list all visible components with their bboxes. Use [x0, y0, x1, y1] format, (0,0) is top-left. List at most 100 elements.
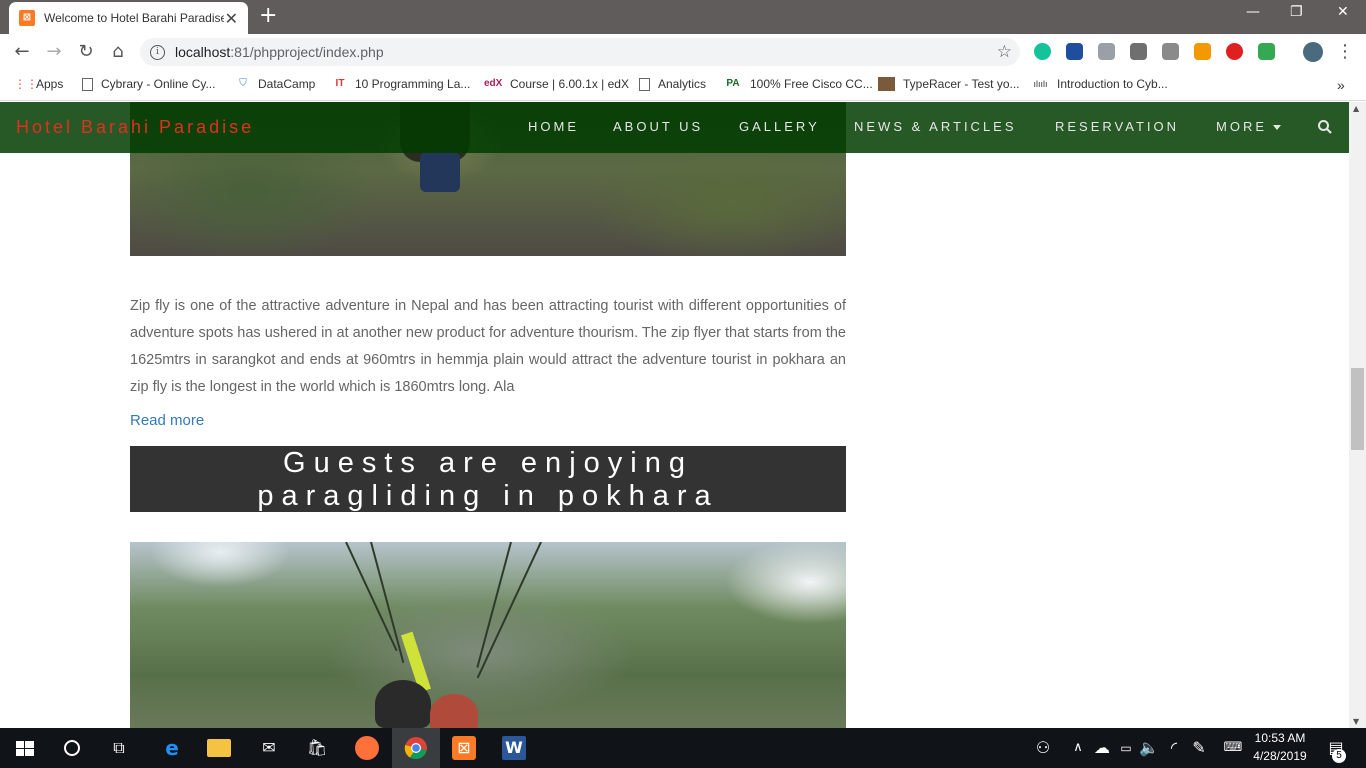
search-icon[interactable]: [1317, 119, 1333, 135]
scroll-down-arrow-icon[interactable]: ▼: [1353, 717, 1359, 726]
glider-line: [476, 542, 542, 679]
close-tab-icon[interactable]: ✕: [225, 9, 238, 28]
window-close-icon[interactable]: ✕: [1337, 4, 1349, 20]
nav-news-articles[interactable]: NEWS & ARTICLES: [854, 119, 1017, 134]
bookmark-label: Introduction to Cyb...: [1057, 77, 1168, 91]
caption-line-2: paragliding in pokhara: [257, 480, 719, 512]
camera-extension-icon[interactable]: [1162, 43, 1179, 60]
bookmark-label: 100% Free Cisco CC...: [750, 77, 873, 91]
site-info-icon[interactable]: i: [150, 44, 165, 60]
key-extension-icon[interactable]: [1194, 43, 1211, 60]
minimize-icon[interactable]: —: [1246, 4, 1260, 20]
bookmark-edx[interactable]: edX Course | 6.00.1x | edX: [484, 77, 629, 91]
mail-icon[interactable]: ✉: [257, 736, 281, 760]
nav-gallery[interactable]: GALLERY: [739, 119, 820, 134]
nav-more-dropdown[interactable]: MORE: [1216, 119, 1281, 134]
restore-icon[interactable]: ❐: [1290, 4, 1303, 20]
scrollbar-thumb[interactable]: [1351, 368, 1364, 450]
bookmark-cybrary[interactable]: Cybrary - Online Cy...: [82, 77, 215, 91]
windows-start-icon[interactable]: [13, 736, 37, 760]
article-excerpt: Zip fly is one of the attractive adventu…: [130, 298, 846, 395]
file-explorer-icon[interactable]: [207, 739, 231, 757]
browser-tab[interactable]: ⊠ Welcome to Hotel Barahi Paradise ✕: [9, 2, 248, 34]
home-icon[interactable]: ⌂: [106, 40, 130, 64]
xampp-favicon-icon: ⊠: [19, 10, 35, 26]
profile-avatar[interactable]: [1303, 42, 1323, 62]
bookmark-intro-cyber[interactable]: ılıılı Introduction to Cyb...: [1032, 77, 1168, 91]
battery-icon[interactable]: ▭: [1114, 736, 1138, 760]
bookmark-label: Course | 6.00.1x | edX: [510, 77, 629, 91]
puzzle-extension-icon[interactable]: [1098, 43, 1115, 60]
onedrive-cloud-icon[interactable]: ☁: [1090, 736, 1114, 760]
grammarly-extension-icon[interactable]: [1034, 43, 1051, 60]
people-icon[interactable]: ⚇: [1031, 736, 1055, 760]
page-icon: [639, 77, 650, 91]
page-icon: [82, 77, 93, 91]
nav-reservation[interactable]: RESERVATION: [1055, 119, 1179, 134]
gallery-caption: Guests are enjoying paragliding in pokha…: [130, 446, 846, 512]
bookmark-programming[interactable]: IT 10 Programming La...: [333, 77, 471, 91]
paragliding-photo: [130, 542, 846, 728]
wifi-icon[interactable]: ◜: [1162, 736, 1186, 760]
glider-line: [345, 542, 398, 652]
nav-more-label: MORE: [1216, 119, 1267, 134]
read-more-link[interactable]: Read more: [130, 412, 204, 429]
typeracer-icon: [878, 77, 895, 91]
tab-title: Welcome to Hotel Barahi Paradise: [44, 11, 224, 25]
clock-time[interactable]: 10:53 AM: [1250, 731, 1310, 745]
show-hidden-icons-chevron-icon[interactable]: ∧: [1066, 736, 1090, 760]
url-path: :81/phpproject/index.php: [230, 44, 384, 60]
reload-icon[interactable]: ↻: [74, 40, 98, 64]
site-brand[interactable]: Hotel Barahi Paradise: [16, 117, 254, 138]
nav-about-us[interactable]: ABOUT US: [613, 119, 703, 134]
bookmark-apps[interactable]: ⋮⋮ Apps: [14, 77, 63, 91]
caption-line-1: Guests are enjoying: [283, 447, 693, 479]
bookmark-analytics[interactable]: Analytics: [639, 77, 706, 91]
nav-home[interactable]: HOME: [528, 119, 579, 134]
chrome-icon[interactable]: [404, 736, 428, 760]
windows-taskbar: ⧉ e ✉ 🛍 ⊠ W ⚇ ∧ ☁ ▭ 🔈 ◜ ✎ ⌨ 10:53 AM 4/2…: [0, 728, 1366, 768]
back-arrow-icon[interactable]: ←: [10, 40, 34, 64]
store-icon[interactable]: 🛍: [305, 736, 329, 760]
passenger-helmet: [430, 694, 478, 728]
chrome-menu-icon[interactable]: ⋮: [1333, 40, 1357, 64]
cisco-icon: ılıılı: [1033, 79, 1048, 89]
scroll-up-arrow-icon[interactable]: ▲: [1353, 104, 1359, 113]
pen-workspace-icon[interactable]: ✎: [1187, 736, 1211, 760]
page-scrollbar[interactable]: ▲ ▼: [1349, 102, 1366, 728]
edx-icon: edX: [484, 78, 503, 89]
it-icon: IT: [335, 78, 345, 89]
bookmark-label: 10 Programming La...: [355, 77, 471, 91]
book-extension-icon[interactable]: [1066, 43, 1083, 60]
xampp-icon[interactable]: ⊠: [452, 736, 476, 760]
new-tab-button[interactable]: +: [259, 4, 277, 28]
edge-browser-icon[interactable]: e: [160, 736, 184, 760]
shield-icon: ⛉: [239, 78, 247, 89]
bookmark-label: TypeRacer - Test yo...: [903, 77, 1020, 91]
pa-icon: PA: [726, 78, 740, 89]
lock-extension-icon[interactable]: [1130, 43, 1147, 60]
url-host: localhost: [175, 44, 231, 60]
adblock-extension-icon[interactable]: [1226, 43, 1243, 60]
bookmark-star-icon[interactable]: ☆: [997, 42, 1012, 62]
bookmark-label: Analytics: [658, 77, 707, 91]
firefox-icon[interactable]: [355, 736, 379, 760]
forward-arrow-icon[interactable]: →: [42, 40, 66, 64]
keyboard-icon[interactable]: ⌨: [1221, 736, 1245, 760]
bookmark-datacamp[interactable]: ⛉ DataCamp: [236, 77, 315, 91]
cortana-search-icon[interactable]: [60, 736, 84, 760]
more-bookmarks-icon[interactable]: »: [1337, 77, 1345, 93]
address-bar[interactable]: i localhost:81/phpproject/index.php ☆: [140, 38, 1020, 66]
volume-icon[interactable]: 🔈: [1137, 736, 1161, 760]
bookmark-typeracer[interactable]: TypeRacer - Test yo...: [878, 77, 1020, 91]
word-icon[interactable]: W: [502, 736, 526, 760]
notification-count-badge: 5: [1332, 749, 1346, 763]
clock-date[interactable]: 4/28/2019: [1250, 749, 1310, 763]
task-view-icon[interactable]: ⧉: [107, 736, 131, 760]
pilot-helmet: [375, 680, 431, 728]
browser-toolbar: ← → ↻ ⌂ i localhost:81/phpproject/index.…: [0, 34, 1366, 70]
bookmark-cisco[interactable]: PA 100% Free Cisco CC...: [724, 77, 873, 91]
bookmark-label: Cybrary - Online Cy...: [101, 77, 216, 91]
rider-boots: [420, 152, 460, 192]
shield-extension-icon[interactable]: [1258, 43, 1275, 60]
